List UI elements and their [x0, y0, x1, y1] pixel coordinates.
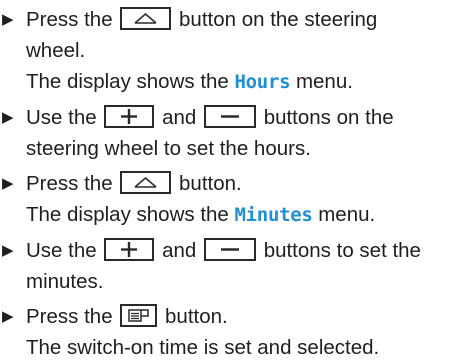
step-text: Press the [26, 172, 113, 195]
plus-button-icon [104, 238, 155, 262]
step-5-result: The switch-on time is set and selected. [26, 336, 380, 359]
step-2: ▶ Use the and buttons on the steering wh… [0, 102, 468, 164]
step-1-result: The display shows the Hours menu. [26, 66, 468, 98]
step-4-line-2: minutes. [26, 270, 104, 293]
step-text: buttons to set the [263, 239, 421, 262]
minus-button-icon [203, 105, 256, 129]
step-4-line-1: Use the and buttons to set the [26, 235, 468, 266]
home-button-icon [120, 7, 172, 31]
step-text: button on the steering [179, 8, 378, 31]
step-text: button. [165, 305, 228, 328]
step-1: ▶ Press the button on the steering wheel… [0, 4, 468, 98]
plus-button-icon [104, 105, 155, 129]
result-text: menu. [295, 70, 353, 93]
step-1-line-2: wheel. [26, 39, 86, 62]
home-button-icon [120, 171, 172, 195]
result-text: menu. [318, 203, 376, 226]
step-3-line-1: Press the button. [26, 168, 468, 199]
minus-button-icon [203, 238, 256, 262]
step-text: button. [179, 172, 242, 195]
step-text: buttons on the [263, 106, 394, 129]
confirm-button-icon [120, 304, 158, 328]
bullet-marker: ▶ [2, 109, 14, 126]
result-text: The display shows the [26, 203, 229, 226]
bullet-marker: ▶ [2, 242, 14, 259]
step-5: ▶ Press the button. The switch-on time i… [0, 301, 468, 363]
bullet-marker: ▶ [2, 11, 14, 28]
bullet-marker: ▶ [2, 308, 14, 325]
step-text: Press the [26, 8, 113, 31]
step-1-line-1: Press the button on the steering [26, 4, 468, 35]
instruction-list: ▶ Press the button on the steering wheel… [0, 0, 468, 363]
step-text: and [162, 239, 197, 262]
step-4: ▶ Use the and buttons to set the minutes… [0, 235, 468, 297]
minutes-menu-label: Minutes [234, 204, 313, 226]
step-text: Use the [26, 106, 97, 129]
step-text: Press the [26, 305, 113, 328]
result-text: The display shows the [26, 70, 229, 93]
step-2-line-1: Use the and buttons on the [26, 102, 468, 133]
step-3: ▶ Press the button. The display shows th… [0, 168, 468, 231]
step-2-line-2: steering wheel to set the hours. [26, 137, 311, 160]
step-3-result: The display shows the Minutes menu. [26, 199, 468, 231]
step-text: and [162, 106, 197, 129]
step-text: Use the [26, 239, 97, 262]
hours-menu-label: Hours [234, 71, 291, 93]
bullet-marker: ▶ [2, 175, 14, 192]
step-5-line-1: Press the button. [26, 301, 468, 332]
